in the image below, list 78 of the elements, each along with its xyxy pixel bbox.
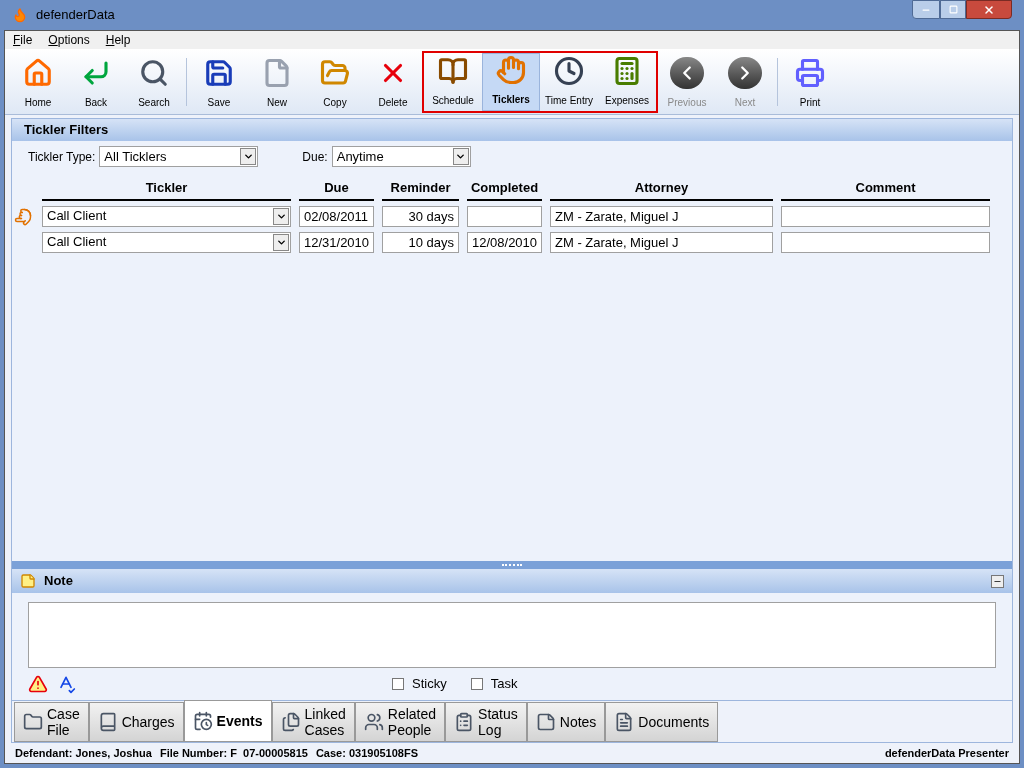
status-text: defenderData Presenter — [884, 745, 1009, 761]
tab[interactable]: Related People — [354, 702, 446, 742]
column-header: Completed — [467, 178, 542, 201]
toolbar-button[interactable]: Ticklers — [482, 52, 540, 111]
tab[interactable]: Notes — [526, 702, 606, 742]
column-header: Reminder — [382, 178, 459, 201]
note-text-area[interactable] — [28, 602, 996, 668]
note-icon — [535, 712, 556, 732]
table-field[interactable]: ZM - Zarate, Miguel J — [550, 205, 773, 227]
tickler-dropdown[interactable]: Call Client — [42, 231, 291, 253]
collapse-button[interactable] — [991, 574, 1004, 588]
column-header: Comment — [781, 178, 990, 201]
checkbox-label: Sticky — [412, 675, 447, 694]
previous-icon — [670, 56, 704, 89]
files-icon — [280, 712, 301, 732]
window-title: defenderData — [36, 6, 115, 25]
document-icon — [614, 712, 635, 732]
toolbar-button[interactable]: Delete — [364, 50, 422, 113]
filter-dropdown[interactable]: Anytime — [331, 146, 471, 167]
maximize-icon — [948, 5, 958, 14]
column-header: Due — [299, 178, 374, 201]
close-button[interactable] — [966, 0, 1012, 19]
alert-note-icon[interactable] — [28, 674, 48, 694]
table-field[interactable]: 10 days — [382, 231, 459, 253]
table-field[interactable] — [467, 205, 542, 227]
clock-icon — [552, 54, 586, 87]
close-icon — [983, 3, 995, 16]
toolbar-button[interactable]: Print — [781, 50, 839, 113]
toolbar-button[interactable]: Copy — [306, 50, 364, 113]
hand-icon — [494, 53, 528, 86]
tab[interactable]: Status Log — [445, 702, 527, 742]
status-text: Case: 031905108FS — [315, 745, 419, 761]
checkbox[interactable] — [392, 678, 404, 690]
menu-item[interactable]: Help — [105, 31, 131, 49]
minimize-button[interactable] — [912, 0, 940, 19]
tab[interactable]: Documents — [605, 702, 719, 742]
maximize-button[interactable] — [940, 0, 966, 19]
toolbar-button[interactable]: Back — [67, 50, 125, 113]
next-icon — [728, 56, 762, 89]
status-text: File Number: F 07-00005815 — [159, 745, 308, 761]
toolbar-button[interactable]: Search — [125, 50, 183, 113]
note-icon — [20, 573, 36, 589]
menu-item[interactable]: File — [13, 31, 33, 49]
flame-icon — [12, 7, 28, 23]
toolbar-button[interactable]: Home — [9, 50, 67, 113]
tickler-dropdown[interactable]: Call Client — [42, 205, 291, 227]
toolbar-button[interactable]: Schedule — [424, 52, 482, 111]
column-header: Attorney — [550, 178, 773, 201]
table-field[interactable]: 12/31/2010 — [299, 231, 374, 253]
toolbar-button[interactable]: Time Entry — [540, 52, 598, 111]
table-field[interactable]: 02/08/2011 — [299, 205, 374, 227]
table-field[interactable] — [781, 231, 990, 253]
checkbox-label: Task — [490, 675, 518, 694]
panel-header: Tickler Filters — [12, 119, 1012, 141]
note-header: Note — [44, 572, 73, 591]
clipboard-icon — [454, 712, 475, 732]
menu-item[interactable]: Options — [48, 31, 90, 49]
table-field[interactable]: 12/08/2010 — [467, 231, 542, 253]
toolbar-button[interactable]: New — [248, 50, 306, 113]
tab[interactable]: Charges — [88, 702, 184, 742]
filter-label: Tickler Type: — [28, 148, 96, 166]
folder-icon — [23, 712, 43, 732]
filter-dropdown[interactable]: All Ticklers — [99, 146, 259, 167]
people-icon — [363, 712, 384, 732]
calendar-icon — [192, 711, 213, 731]
status-text: Defendant: Jones, Joshua — [15, 745, 152, 761]
print-icon — [793, 56, 827, 89]
table-field[interactable]: ZM - Zarate, Miguel J — [550, 231, 773, 253]
filter-label: Due: — [302, 148, 328, 166]
tab[interactable]: Case File — [14, 702, 89, 742]
table-field[interactable] — [781, 205, 990, 227]
toolbar-button[interactable]: Save — [190, 50, 248, 113]
toolbar-button[interactable]: Expenses — [598, 52, 656, 111]
tab[interactable]: Linked Cases — [271, 702, 355, 742]
column-header: Tickler — [42, 178, 291, 201]
tab[interactable]: Events — [183, 700, 272, 742]
checkbox[interactable] — [470, 678, 483, 690]
table-field[interactable]: 30 days — [382, 205, 459, 227]
